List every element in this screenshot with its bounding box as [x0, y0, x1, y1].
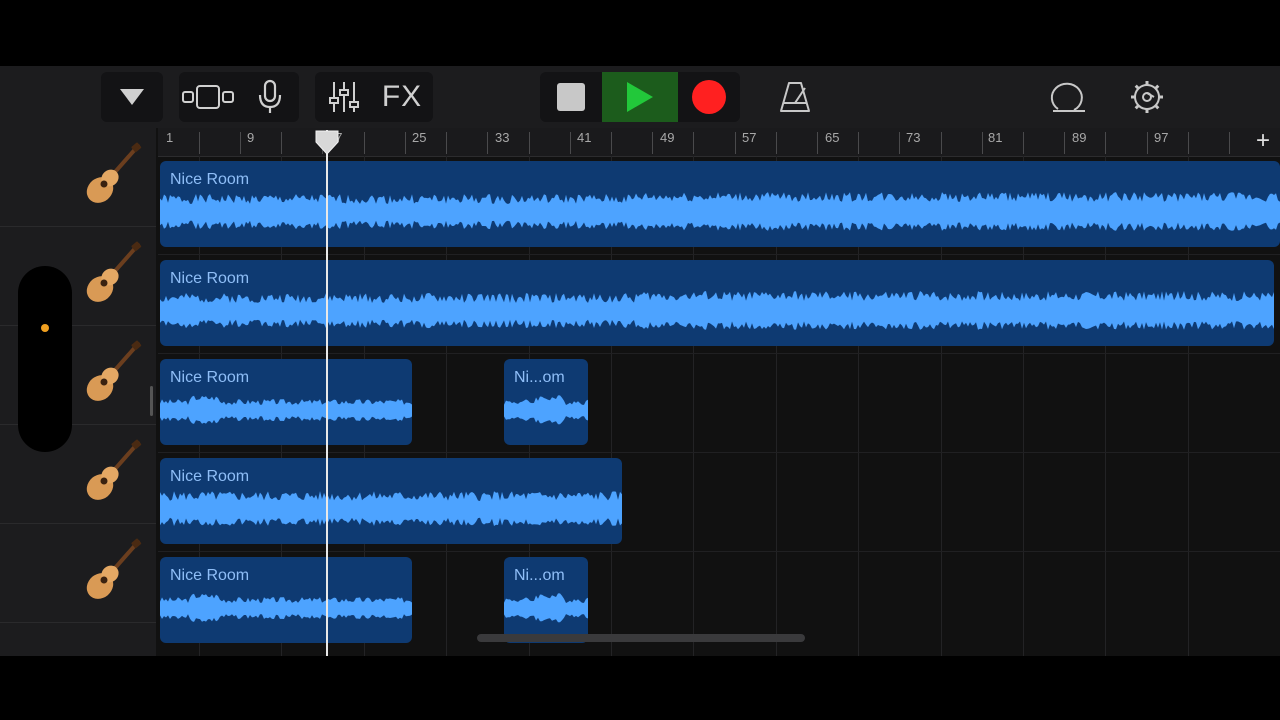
loop-icon	[1050, 82, 1085, 112]
metronome-button[interactable]	[772, 72, 818, 122]
waveform-shape	[504, 593, 588, 623]
acoustic-guitar-icon	[86, 439, 142, 500]
audio-region[interactable]: Nice Room	[160, 359, 412, 445]
waveform	[504, 395, 588, 425]
ruler-tick	[858, 132, 859, 154]
ruler-tick	[652, 132, 653, 154]
ruler-tick	[529, 132, 530, 154]
ruler-bar-number: 9	[247, 130, 255, 145]
audio-region[interactable]: Ni...om	[504, 557, 588, 643]
acoustic-guitar-icon	[86, 538, 142, 599]
waveform	[160, 192, 1280, 231]
ruler-tick	[735, 132, 736, 154]
track-header[interactable]	[0, 524, 156, 623]
audio-region[interactable]: Nice Room	[160, 557, 412, 643]
fx-button[interactable]: FX	[375, 72, 429, 122]
ruler-bar-number: 89	[1072, 130, 1087, 145]
header-resize-handle[interactable]	[150, 386, 153, 416]
ruler-tick	[487, 132, 488, 154]
waveform-shape	[160, 192, 1280, 231]
mixer-sliders-icon	[329, 82, 359, 112]
ruler-tick	[982, 132, 983, 154]
mixer-fx-group: FX	[315, 72, 433, 122]
acoustic-guitar-icon	[86, 340, 142, 401]
transport-group	[540, 72, 740, 122]
audio-region[interactable]: Nice Room	[160, 458, 622, 544]
record-button[interactable]	[678, 72, 740, 122]
ruler-bar-number: 41	[577, 130, 592, 145]
side-control-pill[interactable]	[18, 266, 72, 452]
playhead-line[interactable]	[326, 130, 328, 656]
waveform-shape	[160, 395, 412, 424]
horizontal-scrollbar[interactable]	[477, 634, 805, 642]
ruler-tick	[405, 132, 406, 154]
ruler-tick	[1023, 132, 1024, 154]
ruler-tick	[693, 132, 694, 154]
ruler-bar-number: 65	[825, 130, 840, 145]
play-icon	[627, 82, 653, 112]
triangle-down-icon	[120, 89, 144, 105]
ruler-tick	[1147, 132, 1148, 154]
ruler-tick	[817, 132, 818, 154]
add-section-button[interactable]: +	[1256, 128, 1270, 154]
garageband-tracks-view: FX 1 9 25 33 41 49 57 65 73 81 89 97 + N…	[0, 66, 1280, 656]
settings-button[interactable]	[1124, 72, 1170, 122]
record-icon	[692, 80, 726, 114]
gear-icon	[1131, 81, 1163, 113]
microphone-button[interactable]	[247, 72, 293, 122]
waveform-shape	[160, 593, 412, 622]
ruler-tick	[776, 132, 777, 154]
play-button[interactable]	[602, 72, 678, 122]
ruler-tick	[570, 132, 571, 154]
ruler-tick	[364, 132, 365, 154]
ruler-tick	[941, 132, 942, 154]
ruler-tick	[1064, 132, 1065, 154]
acoustic-guitar-icon	[86, 241, 142, 302]
waveform-shape	[504, 395, 588, 425]
stop-icon	[557, 83, 585, 111]
mixer-button[interactable]	[319, 72, 369, 122]
view-toggle-button[interactable]	[179, 72, 237, 122]
ruler-bar-number: 49	[660, 130, 675, 145]
ruler-tick	[1188, 132, 1189, 154]
acoustic-guitar-icon	[86, 142, 142, 203]
waveform	[160, 395, 412, 424]
ruler-tick	[446, 132, 447, 154]
ruler-bar-number: 1	[166, 130, 174, 145]
waveform	[504, 593, 588, 623]
ruler-tick	[240, 132, 241, 154]
waveform	[160, 593, 412, 622]
loop-browser-button[interactable]	[1046, 72, 1092, 122]
tracks-dropdown-button[interactable]	[101, 72, 163, 122]
audio-region[interactable]: Ni...om	[504, 359, 588, 445]
stop-button[interactable]	[540, 72, 602, 122]
track-header[interactable]	[0, 128, 156, 227]
ruler-tick	[281, 132, 282, 154]
microphone-icon	[258, 79, 282, 113]
waveform	[160, 491, 622, 526]
status-dot	[41, 324, 49, 332]
ruler-bar-number: 97	[1154, 130, 1169, 145]
playhead-handle-icon[interactable]	[314, 130, 340, 156]
audio-region[interactable]: Nice Room	[160, 161, 1280, 247]
ruler-tick	[1105, 132, 1106, 154]
ruler-bar-number: 57	[742, 130, 757, 145]
view-mic-group	[179, 72, 299, 122]
ruler-tick	[1229, 132, 1230, 154]
ruler-tick	[899, 132, 900, 154]
tracks-dropdown-group	[101, 72, 163, 122]
track-view-icon	[182, 85, 234, 109]
ruler-tick	[611, 132, 612, 154]
waveform-shape	[160, 491, 622, 526]
ruler-bar-number: 73	[906, 130, 921, 145]
metronome-icon	[780, 82, 810, 112]
ruler-bar-number: 33	[495, 130, 510, 145]
ruler-bar-number: 25	[412, 130, 427, 145]
toolbar: FX	[0, 66, 1280, 128]
ruler-bar-number: 81	[988, 130, 1003, 145]
ruler-tick	[199, 132, 200, 154]
